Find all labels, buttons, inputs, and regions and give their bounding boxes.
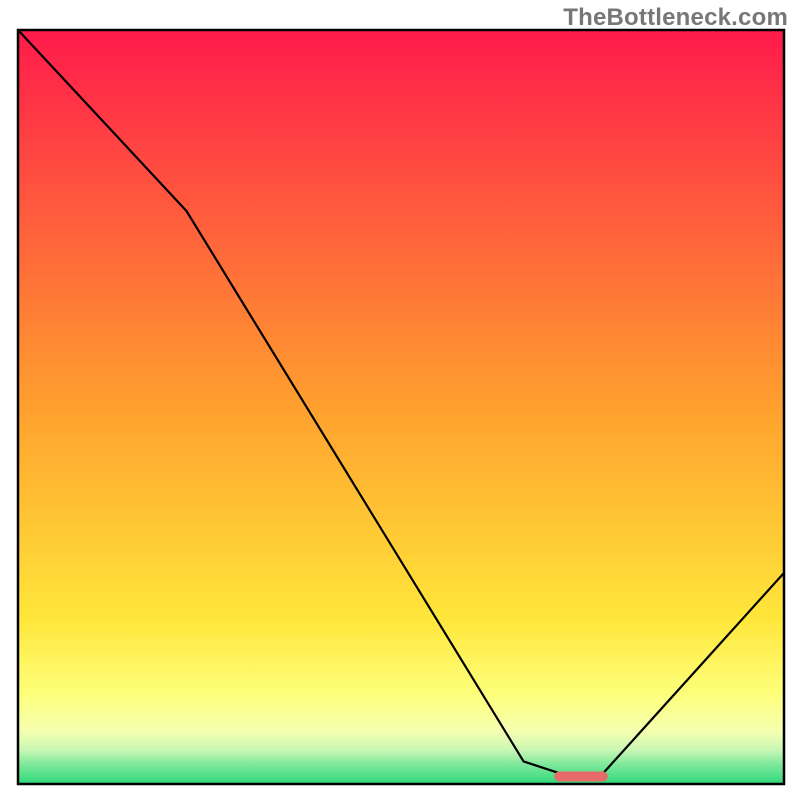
watermark-text: TheBottleneck.com <box>563 4 788 32</box>
optimal-marker <box>554 772 608 782</box>
chart-svg <box>0 0 800 800</box>
bottleneck-chart: TheBottleneck.com <box>0 0 800 800</box>
plot-background <box>18 30 784 784</box>
